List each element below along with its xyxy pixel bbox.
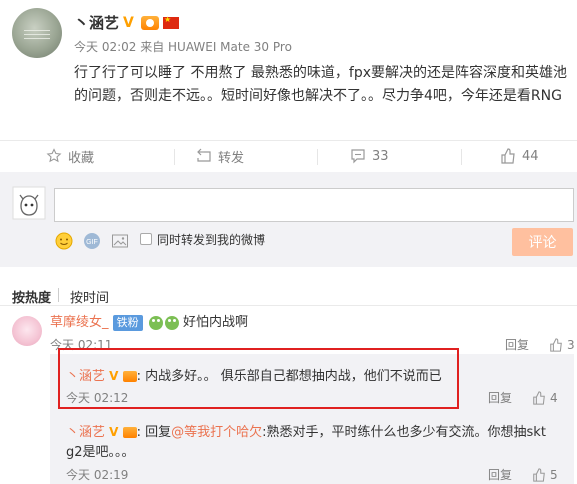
thumbs-up-icon <box>501 148 515 164</box>
comment-icon <box>351 149 365 164</box>
comment-actions: 回复 3 <box>505 336 575 353</box>
comment-item: 草摩绫女_ 铁粉 好怕内战啊 <box>50 313 570 333</box>
sort-by-time-tab[interactable]: 按时间 <box>70 287 109 306</box>
reply-actions: 回复 4 <box>488 389 558 406</box>
verified-icon: V <box>109 425 119 439</box>
author-name[interactable]: 丶涵艺 <box>74 12 119 33</box>
star-icon <box>46 148 62 163</box>
image-icon[interactable] <box>111 232 129 250</box>
china-flag-icon <box>163 15 180 29</box>
emoji-icon[interactable] <box>55 232 73 250</box>
submit-comment-button[interactable]: 评论 <box>512 228 573 256</box>
comment-input[interactable] <box>54 188 574 222</box>
thumbs-up-icon[interactable] <box>549 337 563 352</box>
favorite-button[interactable]: 收藏 <box>46 141 94 171</box>
like-button[interactable]: 44 <box>500 141 539 171</box>
post-text: 行了行了可以睡了 不用熬了 最熟悉的味道，fpx要解决的还是阵容深度和英雄池的问… <box>74 65 567 104</box>
repost-button[interactable]: 转发 <box>196 141 244 171</box>
thumbs-up-icon[interactable] <box>532 467 546 482</box>
like-count: 3 <box>567 337 575 352</box>
sticker-icon <box>148 315 163 330</box>
comment-composer: GIF 同时转发到我的微博 评论 <box>0 172 577 267</box>
commenter-avatar[interactable] <box>12 316 42 346</box>
user-avatar-placeholder-icon <box>12 186 46 220</box>
comment-count: 33 <box>372 148 389 164</box>
author-name-row: 丶涵艺 V <box>74 12 180 33</box>
like-count: 5 <box>550 467 558 482</box>
verified-icon: V <box>123 14 134 31</box>
reply-time: 今天 02:19 <box>66 468 129 482</box>
repost-icon <box>197 148 211 162</box>
post-meta: 今天 02:02 来自 HUAWEI Mate 30 Pro <box>74 40 292 54</box>
reply-author-name[interactable]: 丶涵艺 <box>66 425 105 440</box>
reply-button[interactable]: 回复 <box>488 389 512 406</box>
highlight-annotation-box <box>58 348 459 409</box>
reply-button[interactable]: 回复 <box>505 336 529 353</box>
action-bar: 收藏 转发 33 44 <box>0 140 577 171</box>
divider <box>58 288 59 302</box>
reply-text: :熟悉对手，平时练什么也多少有交流。你想抽skt g2是吧。。。 <box>66 425 546 460</box>
divider <box>317 149 318 165</box>
commenter-name[interactable]: 草摩绫女_ <box>50 315 109 330</box>
post-header: 丶涵艺 V 今天 02:02 来自 HUAWEI Mate 30 Pro <box>12 8 572 58</box>
divider <box>461 149 462 165</box>
reply-actions: 回复 5 <box>488 466 558 483</box>
repost-label: 转发 <box>218 150 245 166</box>
comment-button[interactable]: 33 <box>350 141 389 171</box>
vip-crown-icon <box>141 15 160 30</box>
sort-bar: 按热度 按时间 <box>0 276 577 306</box>
repost-checkbox[interactable] <box>140 233 152 245</box>
sort-by-hot-tab[interactable]: 按热度 <box>12 287 51 306</box>
like-count: 44 <box>522 148 539 164</box>
vip-crown-icon <box>122 427 137 438</box>
like-count: 4 <box>550 390 558 405</box>
repost-checkbox-label: 同时转发到我的微博 <box>157 233 266 247</box>
reply-prefix: 回复 <box>145 425 172 440</box>
favorite-label: 收藏 <box>68 150 95 166</box>
comment-text: 好怕内战啊 <box>182 315 248 330</box>
gif-icon[interactable]: GIF <box>83 232 101 250</box>
sticker-icon <box>164 315 179 330</box>
reply-item: 丶涵艺 V : 回复@等我打个哈欠:熟悉对手，平时练什么也多少有交流。你想抽sk… <box>66 425 546 460</box>
mention-link[interactable]: @等我打个哈欠 <box>171 425 262 440</box>
thumbs-up-icon[interactable] <box>532 390 546 405</box>
author-avatar[interactable] <box>12 8 62 58</box>
svg-text:GIF: GIF <box>86 239 98 246</box>
fan-badge: 铁粉 <box>112 314 143 331</box>
divider <box>174 149 175 165</box>
reply-button[interactable]: 回复 <box>488 466 512 483</box>
